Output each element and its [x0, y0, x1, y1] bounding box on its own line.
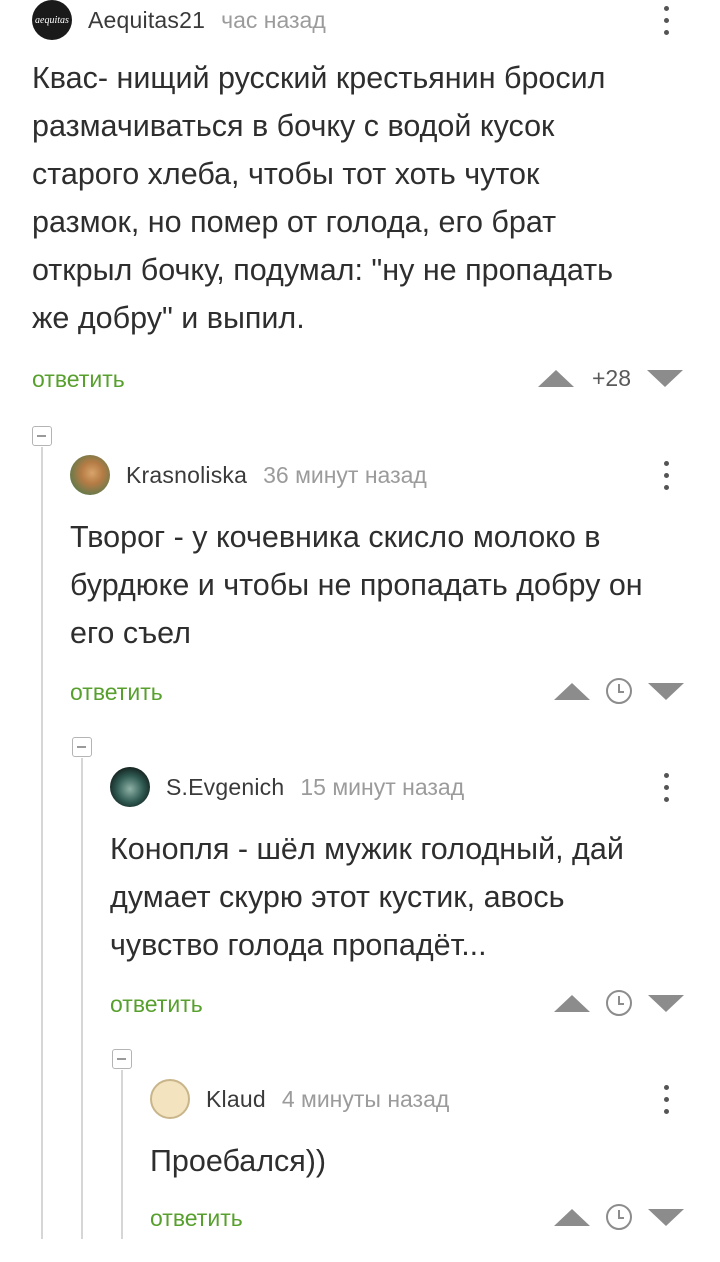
- more-vertical-icon[interactable]: [654, 767, 678, 807]
- comment-time[interactable]: 15 минут назад: [300, 774, 464, 801]
- comment-text-line: чувство голода пропадёт...: [110, 928, 487, 962]
- more-vertical-icon[interactable]: [654, 0, 678, 40]
- avatar[interactable]: [150, 1079, 190, 1119]
- comment-text: Конопля - шёл мужик голодный, дай думает…: [110, 825, 690, 969]
- comment-text-line: Проебался)): [150, 1144, 327, 1178]
- reply-button[interactable]: ответить: [70, 679, 163, 706]
- comment-score: +28: [592, 364, 632, 391]
- comment-author[interactable]: Aequitas21: [88, 7, 205, 34]
- thread-line: [81, 758, 83, 1239]
- upvote-icon[interactable]: [554, 1208, 590, 1226]
- comment-s-evgenich: S.Evgenich 15 минут назад Конопля - шёл …: [110, 767, 692, 1027]
- downvote-icon[interactable]: [647, 369, 684, 387]
- more-vertical-icon[interactable]: [654, 455, 678, 495]
- downvote-icon[interactable]: [648, 682, 684, 700]
- comment-klaud: Klaud 4 минуты назад Проебался)) ответит…: [150, 1079, 692, 1239]
- collapse-icon[interactable]: [72, 737, 92, 757]
- upvote-icon[interactable]: [554, 994, 590, 1012]
- comment-text-line: думает скурю этот кустик, авось: [110, 880, 565, 914]
- collapse-icon[interactable]: [112, 1049, 132, 1069]
- comment-text: Проебался)): [150, 1137, 690, 1185]
- reply-button[interactable]: ответить: [32, 366, 125, 393]
- clock-icon[interactable]: [606, 678, 632, 704]
- comment-header: Krasnoliska 36 минут назад: [70, 455, 427, 495]
- comment-time[interactable]: 4 минуты назад: [282, 1086, 450, 1113]
- comment-author[interactable]: Klaud: [206, 1086, 266, 1113]
- comment-text-line: размок, но помер от голода, его брат: [32, 205, 557, 239]
- clock-icon[interactable]: [606, 1204, 632, 1230]
- comment-author[interactable]: Krasnoliska: [126, 462, 247, 489]
- upvote-icon[interactable]: [538, 369, 574, 387]
- comment-text: Квас- нищий русский крестьянин бросил ра…: [32, 54, 672, 342]
- thread-line: [121, 1070, 123, 1239]
- clock-icon[interactable]: [606, 990, 632, 1016]
- comment-text-line: Квас- нищий русский крестьянин бросил: [32, 61, 606, 95]
- comment-time[interactable]: час назад: [221, 7, 326, 34]
- downvote-icon[interactable]: [648, 1208, 684, 1226]
- comment-rating: [554, 989, 684, 1017]
- avatar[interactable]: [70, 455, 110, 495]
- comment-text-line: его съел: [70, 616, 191, 650]
- reply-button[interactable]: ответить: [110, 991, 203, 1018]
- collapse-icon[interactable]: [32, 426, 52, 446]
- comment-text: Творог - у кочевника скисло молоко в бур…: [70, 513, 690, 657]
- comment-text-line: же добру" и выпил.: [32, 301, 305, 335]
- avatar-logo: aequitas: [35, 14, 69, 26]
- comment-text-line: Творог - у кочевника скисло молоко в: [70, 520, 601, 554]
- avatar[interactable]: aequitas: [32, 0, 72, 40]
- comment-text-line: старого хлеба, чтобы тот хоть чуток: [32, 157, 540, 191]
- more-vertical-icon[interactable]: [654, 1079, 678, 1119]
- comment-header: aequitas Aequitas21 час назад: [32, 0, 326, 40]
- comment-text-line: бурдюке и чтобы не пропадать добру он: [70, 568, 643, 602]
- comment-rating: [554, 677, 684, 705]
- comment-rating: [554, 1203, 684, 1231]
- comment-text-line: размачиваться в бочку с водой кусок: [32, 109, 555, 143]
- downvote-icon[interactable]: [648, 994, 684, 1012]
- comment-text-line: открыл бочку, подумал: "ну не пропадать: [32, 253, 613, 287]
- comment-header: S.Evgenich 15 минут назад: [110, 767, 464, 807]
- avatar[interactable]: [110, 767, 150, 807]
- comment-header: Klaud 4 минуты назад: [150, 1079, 449, 1119]
- upvote-icon[interactable]: [554, 682, 590, 700]
- comment-krasnoliska: Krasnoliska 36 минут назад Творог - у ко…: [70, 455, 692, 715]
- reply-button[interactable]: ответить: [150, 1205, 243, 1232]
- comment-author[interactable]: S.Evgenich: [166, 774, 284, 801]
- comment-text-line: Конопля - шёл мужик голодный, дай: [110, 832, 624, 866]
- thread-line: [41, 447, 43, 1239]
- comment-time[interactable]: 36 минут назад: [263, 462, 427, 489]
- comment-rating: +28: [538, 364, 684, 392]
- comment-aequitas21: aequitas Aequitas21 час назад Квас- нищи…: [32, 0, 692, 400]
